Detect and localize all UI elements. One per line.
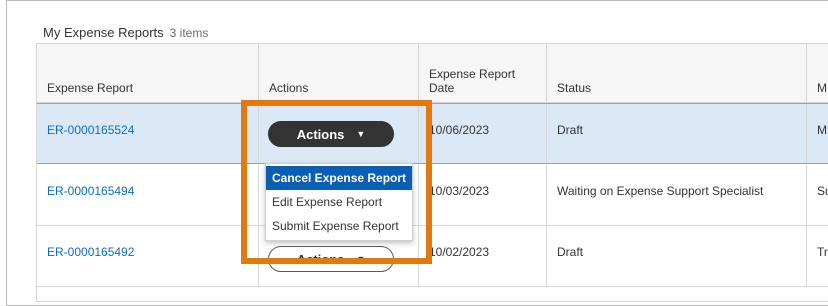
report-date: 10/06/2023 — [429, 123, 490, 137]
actions-button[interactable]: Actions ▼ — [268, 121, 394, 147]
caret-down-icon: ▼ — [356, 129, 366, 139]
expense-report-link[interactable]: ER-0000165494 — [47, 184, 134, 198]
table-row[interactable]: ER-0000165524 Actions ▼ 10/06/2023 Draft… — [37, 103, 828, 164]
report-status: Waiting on Expense Support Specialist — [557, 184, 764, 198]
menu-item-cancel-expense-report[interactable]: Cancel Expense Report — [266, 166, 412, 190]
report-status: Draft — [557, 123, 584, 137]
actions-button-label: Actions — [296, 126, 345, 142]
expense-report-link[interactable]: ER-0000165492 — [47, 245, 134, 259]
column-header-status[interactable]: Status — [547, 44, 807, 102]
column-header-expense-report[interactable]: Expense Report — [37, 44, 259, 102]
actions-dropdown-menu: Cancel Expense Report Edit Expense Repor… — [265, 163, 413, 241]
table-row[interactable]: ER-0000165494 10/03/2023 Waiting on Expe… — [37, 165, 828, 226]
column-header-actions[interactable]: Actions — [259, 44, 419, 102]
column-header-truncated[interactable]: M — [807, 44, 828, 102]
grid-title: My Expense Reports 3 items — [43, 25, 208, 40]
caret-down-icon: ▼ — [356, 254, 366, 264]
truncated-cell: Su — [817, 184, 828, 198]
expense-report-link[interactable]: ER-0000165524 — [47, 123, 134, 137]
item-count: 3 items — [169, 26, 209, 40]
grid-title-text: My Expense Reports — [43, 25, 164, 40]
expense-reports-table: Expense Report Actions Expense Report Da… — [36, 43, 828, 302]
column-header-expense-report-date[interactable]: Expense Report Date — [419, 44, 547, 102]
actions-button-label: Actions — [296, 251, 345, 267]
actions-button[interactable]: Actions ▼ — [268, 246, 394, 272]
truncated-cell: Tr — [817, 245, 828, 259]
report-date: 10/02/2023 — [429, 245, 490, 259]
report-date: 10/03/2023 — [429, 184, 490, 198]
menu-item-edit-expense-report[interactable]: Edit Expense Report — [266, 190, 412, 214]
truncated-cell: M — [817, 123, 827, 137]
menu-item-submit-expense-report[interactable]: Submit Expense Report — [266, 214, 412, 238]
report-status: Draft — [557, 245, 584, 259]
table-row[interactable]: ER-0000165492 Actions ▼ 10/02/2023 Draft… — [37, 226, 828, 287]
table-header-row: Expense Report Actions Expense Report Da… — [37, 44, 828, 103]
